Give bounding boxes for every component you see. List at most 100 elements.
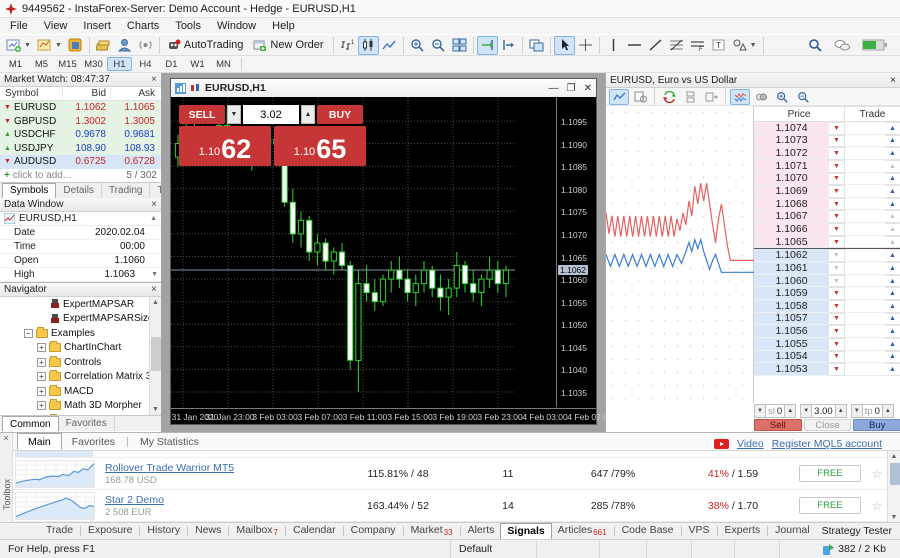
tab-details[interactable]: Details — [56, 183, 102, 198]
toolbox-tab-exposure[interactable]: Exposure — [82, 523, 138, 539]
dom-volume-split-button[interactable] — [680, 89, 700, 105]
buy-button[interactable]: BUY — [317, 105, 363, 124]
ladder-sell-arrow-icon[interactable]: ▼ — [829, 147, 845, 160]
signal-row[interactable]: Rollover Trade Warrior MT5168.78 USD115.… — [13, 458, 887, 490]
dom-grouping-button[interactable] — [751, 89, 771, 105]
dom-buy-button[interactable]: Buy — [853, 419, 900, 431]
close-icon[interactable]: × — [0, 433, 12, 444]
ladder-buy-arrow-icon[interactable]: ▲ — [885, 122, 900, 135]
sell-price-tile[interactable]: 1.10 62 — [179, 126, 271, 166]
close-icon[interactable]: × — [890, 75, 896, 86]
timeframe-d1[interactable]: D1 — [159, 57, 184, 71]
menu-tools[interactable]: Tools — [167, 19, 209, 33]
stepper-up-icon[interactable]: ▲ — [784, 404, 796, 418]
ladder-trade-cell[interactable] — [845, 173, 885, 186]
new-chart-button[interactable]: ▼ — [3, 36, 34, 55]
nav-item[interactable]: +MACD — [0, 384, 161, 399]
ladder-sell-arrow-icon[interactable]: ▼ — [829, 223, 845, 236]
tab-favorites[interactable]: Favorites — [59, 416, 115, 431]
broadcast-button[interactable] — [135, 36, 156, 55]
nav-item[interactable]: +Math 3D Morpher — [0, 399, 161, 414]
ladder-trade-cell[interactable] — [845, 287, 885, 300]
ladder-buy-arrow-icon[interactable]: ▲ — [885, 185, 900, 198]
search-icon[interactable] — [804, 36, 825, 55]
stepper-down-icon[interactable]: ▼ — [800, 404, 812, 418]
expand-icon[interactable]: + — [37, 358, 46, 367]
autotrading-button[interactable]: AutoTrading — [163, 36, 250, 55]
ladder-buy-arrow-icon[interactable]: ▲ — [885, 351, 900, 364]
tab-my-statistics[interactable]: My Statistics — [130, 433, 209, 450]
ladder-buy-arrow-icon[interactable]: ▲ — [885, 173, 900, 186]
metaeditor-button[interactable] — [65, 36, 86, 55]
scroll-thumb[interactable] — [890, 463, 900, 485]
ladder-buy-arrow-icon[interactable]: ▲ — [885, 300, 900, 313]
new-window-button[interactable] — [526, 36, 547, 55]
nav-item[interactable]: ExpertMAPSARSizeOptim — [0, 312, 161, 327]
menu-window[interactable]: Window — [209, 19, 264, 33]
ladder-buy-arrow-icon[interactable]: ▲ — [885, 363, 900, 376]
timeframe-m15[interactable]: M15 — [55, 57, 80, 71]
ladder-trade-cell[interactable] — [845, 275, 885, 288]
toolbox-tab-company[interactable]: Company — [345, 523, 402, 539]
scroll-up-icon[interactable]: ▲ — [888, 451, 900, 462]
expand-icon[interactable]: + — [37, 343, 46, 352]
ladder-buy-arrow-icon[interactable]: ▲ — [885, 313, 900, 326]
ladder-trade-cell[interactable] — [845, 223, 885, 236]
toolbox-tab-trade[interactable]: Trade — [40, 523, 79, 539]
ladder-trade-cell[interactable] — [845, 313, 885, 326]
person-button[interactable] — [114, 36, 135, 55]
free-badge[interactable]: FREE — [799, 497, 861, 514]
signal-name-link[interactable]: Star 2 Demo — [105, 494, 333, 506]
scroll-down-icon[interactable]: ▼ — [150, 404, 161, 415]
dom-refresh-button[interactable] — [659, 89, 679, 105]
timeframe-h1[interactable]: H1 — [107, 57, 132, 71]
ladder-buy-arrow-icon[interactable]: ▲ — [885, 198, 900, 211]
timeframe-m1[interactable]: M1 — [3, 57, 28, 71]
ladder-trade-cell[interactable] — [845, 338, 885, 351]
ladder-trade-cell[interactable] — [845, 300, 885, 313]
scroll-down-icon[interactable]: ▼ — [151, 271, 158, 278]
ladder-trade-cell[interactable] — [845, 160, 885, 173]
dom-close-button[interactable]: Close — [804, 419, 852, 431]
shapes-button[interactable]: ▼ — [729, 36, 760, 55]
zoom-in-button[interactable] — [407, 36, 428, 55]
ladder-sell-arrow-icon[interactable]: ▼ — [829, 325, 845, 338]
ladder-trade-cell[interactable] — [845, 262, 885, 275]
tab-trading[interactable]: Trading — [102, 183, 151, 198]
collapse-icon[interactable]: − — [24, 329, 33, 338]
new-order-button[interactable]: New Order — [249, 36, 329, 55]
close-icon[interactable]: ✕ — [584, 83, 592, 94]
ladder-sell-arrow-icon[interactable]: ▼ — [829, 122, 845, 135]
toolbox-tab-news[interactable]: News — [189, 523, 227, 539]
ladder-buy-arrow-icon[interactable]: ▲ — [885, 287, 900, 300]
maximize-icon[interactable]: ❐ — [567, 83, 576, 94]
star-icon[interactable]: ☆ — [867, 499, 887, 513]
books-button[interactable] — [93, 36, 114, 55]
ladder-sell-arrow-icon[interactable]: ▼ — [829, 249, 845, 262]
ladder-sell-arrow-icon[interactable]: ▼ — [829, 135, 845, 148]
ladder-sell-arrow-icon[interactable]: ▼ — [829, 363, 845, 376]
market-watch-row[interactable]: ▲USDCHF0.96780.9681 — [0, 128, 161, 142]
ladder-trade-cell[interactable] — [845, 135, 885, 148]
ladder-trade-cell[interactable] — [845, 147, 885, 160]
navigator-scrollbar[interactable]: ▲▼ — [149, 297, 161, 415]
ladder-sell-arrow-icon[interactable]: ▼ — [829, 236, 845, 249]
dom-tick-lines-button[interactable] — [730, 89, 750, 105]
signal-name-link[interactable]: Rollover Trade Warrior MT5 — [105, 462, 333, 474]
ladder-sell-arrow-icon[interactable]: ▼ — [829, 185, 845, 198]
toolbox-tab-alerts[interactable]: Alerts — [462, 523, 501, 539]
ladder-buy-arrow-icon[interactable]: ▲ — [885, 160, 900, 173]
ladder-sell-arrow-icon[interactable]: ▼ — [829, 262, 845, 275]
close-icon[interactable]: × — [151, 200, 157, 210]
trendline-button[interactable] — [645, 36, 666, 55]
menu-help[interactable]: Help — [264, 19, 303, 33]
market-watch-row[interactable]: ▲USDJPY108.90108.93 — [0, 142, 161, 156]
ladder-buy-arrow-icon[interactable]: ▲ — [885, 249, 900, 262]
timeframe-m30[interactable]: M30 — [81, 57, 106, 71]
stepper-up-icon[interactable]: ▲ — [882, 404, 894, 418]
chat-icon[interactable] — [831, 36, 853, 55]
market-watch-row[interactable]: ▼AUDUSD0.67250.6728 — [0, 155, 161, 169]
minimize-icon[interactable]: — — [549, 83, 559, 94]
auto-scroll-button[interactable] — [477, 36, 498, 55]
ladder-buy-arrow-icon[interactable]: ▲ — [885, 325, 900, 338]
